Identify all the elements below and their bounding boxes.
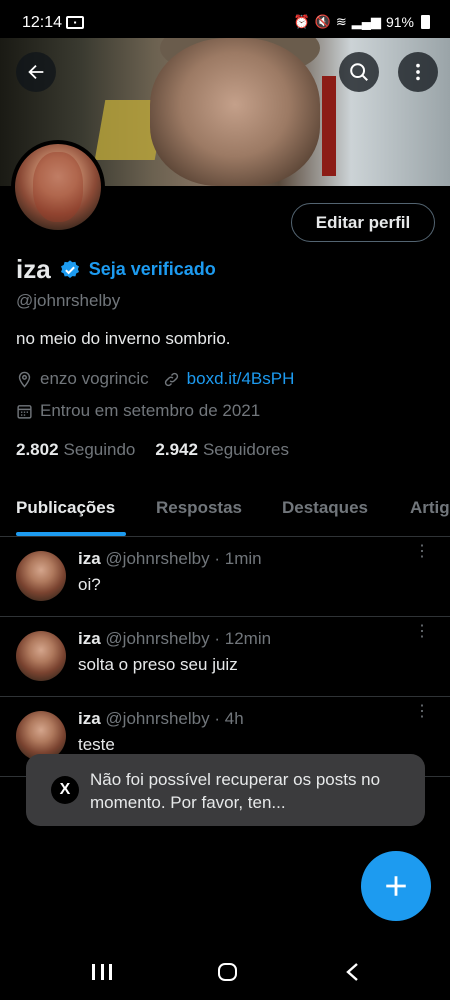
plus-icon (386, 876, 406, 896)
post-item[interactable]: iza @johnrshelby · 1min oi? ⋮ (0, 537, 450, 617)
post-text: solta o preso seu juiz (78, 655, 238, 674)
verified-badge-icon[interactable] (59, 259, 81, 281)
status-time: 12:14 (22, 14, 63, 31)
post-item[interactable]: iza @johnrshelby · 12min solta o preso s… (0, 617, 450, 697)
follow-stats: 2.802 Seguindo 2.942 Seguidores (16, 440, 289, 460)
active-tab-indicator (16, 532, 126, 536)
system-back-button[interactable] (344, 962, 360, 982)
location-pin-icon (18, 371, 31, 388)
battery-percent: 91% (385, 14, 414, 30)
following-label: Seguindo (63, 440, 136, 459)
x-logo-icon: X (51, 776, 79, 804)
profile-meta-row: enzo vogrincic boxd.it/4BsPH (16, 369, 294, 389)
post-handle: @johnrshelby (105, 549, 210, 568)
back-button[interactable] (16, 52, 56, 92)
post-avatar[interactable] (16, 631, 66, 681)
profile-meta-row: Entrou em setembro de 2021 (16, 401, 260, 421)
post-text: oi? (78, 575, 101, 594)
post-more-icon[interactable]: ⋮ (414, 624, 430, 640)
tab-highlights[interactable]: Destaques (282, 498, 368, 518)
post-more-icon[interactable]: ⋮ (414, 704, 430, 720)
search-button[interactable] (339, 52, 379, 92)
post-text: teste (78, 735, 115, 754)
banner-face (150, 38, 320, 186)
post-avatar[interactable] (16, 551, 66, 601)
system-nav-bar (0, 940, 450, 1000)
followers-count: 2.942 (155, 440, 198, 459)
post-header: iza @johnrshelby · 12min (78, 629, 271, 649)
post-handle: @johnrshelby (105, 709, 210, 728)
post-header: iza @johnrshelby · 1min (78, 549, 262, 569)
avatar[interactable] (11, 140, 105, 234)
following-link[interactable]: 2.802 Seguindo (16, 440, 135, 460)
tab-replies[interactable]: Respostas (156, 498, 242, 518)
name-row: iza Seja verificado (16, 254, 216, 285)
bio: no meio do inverno sombrio. (16, 329, 231, 348)
more-button[interactable] (398, 52, 438, 92)
recent-apps-button[interactable] (92, 964, 112, 980)
post-author: iza (78, 549, 101, 568)
search-icon (350, 63, 368, 81)
calendar-icon (17, 404, 32, 419)
toast-message: Não foi possível recuperar os posts no m… (90, 770, 381, 812)
post-header: iza @johnrshelby · 4h (78, 709, 244, 729)
more-vertical-icon (416, 63, 420, 81)
location-text: enzo vogrincic (40, 369, 149, 388)
post-handle: @johnrshelby (105, 629, 210, 648)
tab-articles[interactable]: Artig (410, 498, 450, 518)
post-author: iza (78, 709, 101, 728)
signal-icon: ▂▄▆ (351, 14, 381, 29)
link-icon (164, 372, 178, 386)
status-right: ⏰ 🔇 ≋ ▂▄▆ 91% (293, 14, 430, 30)
post-time: · 4h (214, 709, 244, 728)
alarm-icon: ⏰ (293, 14, 310, 29)
wifi-icon: ≋ (335, 14, 347, 29)
website-link[interactable]: boxd.it/4BsPH (187, 369, 295, 389)
tab-posts[interactable]: Publicações (16, 498, 115, 518)
get-verified-link[interactable]: Seja verificado (89, 259, 216, 280)
joined-date: Entrou em setembro de 2021 (40, 401, 261, 420)
banner-bg-shape (322, 76, 336, 176)
following-count: 2.802 (16, 440, 59, 459)
post-time: · 1min (214, 549, 262, 568)
mute-icon: 🔇 (314, 14, 331, 29)
profile-tabs: Publicações Respostas Destaques Artig (0, 485, 450, 537)
back-arrow-icon (28, 64, 44, 80)
handle: @johnrshelby (16, 291, 121, 310)
battery-icon (421, 15, 430, 29)
post-more-icon[interactable]: ⋮ (414, 544, 430, 560)
home-button[interactable] (218, 963, 237, 981)
error-toast: X Não foi possível recuperar os posts no… (26, 754, 425, 826)
post-time: · 12min (214, 629, 272, 648)
post-author: iza (78, 629, 101, 648)
edit-profile-button[interactable]: Editar perfil (291, 203, 435, 242)
followers-link[interactable]: 2.942 Seguidores (155, 440, 289, 460)
compose-post-button[interactable] (361, 851, 431, 921)
notification-icon: ▪ (66, 16, 84, 29)
followers-label: Seguidores (202, 440, 289, 459)
display-name: iza (16, 254, 51, 284)
status-bar: 12:14 ▪ ⏰ 🔇 ≋ ▂▄▆ 91% (0, 0, 450, 38)
